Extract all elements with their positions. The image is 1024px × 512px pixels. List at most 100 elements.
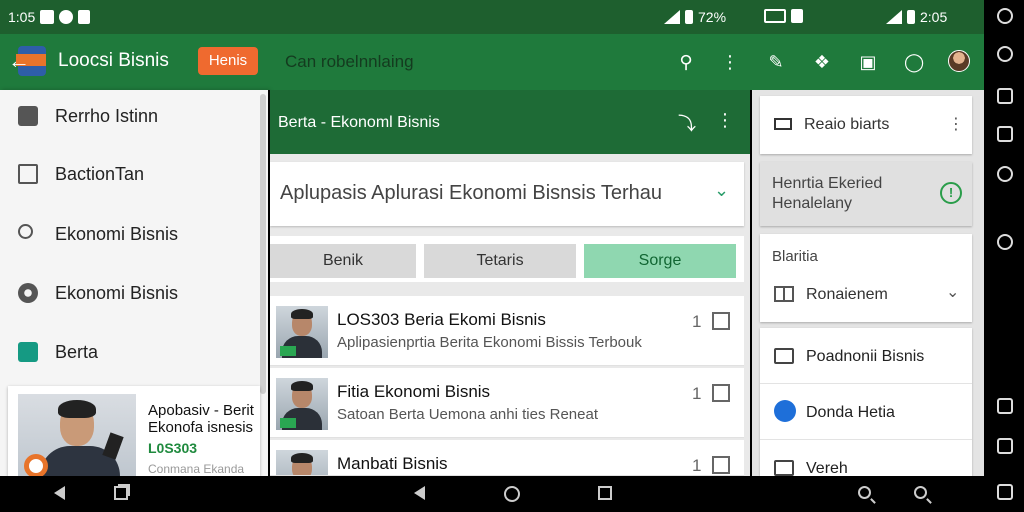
system-nav-bar (0, 476, 984, 512)
app-title: Loocsi Bisnis (58, 50, 169, 71)
back-button[interactable]: ← (8, 46, 48, 76)
edit-icon[interactable]: ✎ (766, 52, 786, 72)
status-card[interactable]: Henrtia Ekeried Henalelany ! (760, 162, 972, 226)
drawer-item-label: BactionTan (55, 164, 145, 184)
more-vert-icon[interactable]: ⋮ (716, 110, 734, 131)
promo-card[interactable]: Apobasiv - Berit Ekonofa isnesis L0S303 … (8, 386, 260, 476)
drawer-item-3[interactable]: Ekonomi Bisnis (0, 208, 260, 260)
wifi-icon (886, 10, 902, 24)
news-count: 1 (692, 456, 702, 475)
back-nav-icon[interactable] (414, 486, 425, 500)
drawer-item-label: Ekonomi Bisnis (55, 224, 179, 244)
reading-card[interactable]: Reaio biarts ⋮ (760, 96, 972, 154)
panel-header: Berta - Ekonoml Bisnis ⤵ ⋮ (270, 90, 750, 154)
search-icon[interactable]: ⚲ (676, 52, 696, 72)
system-rail (984, 0, 1024, 512)
filter-value[interactable]: Ronaienem (806, 286, 888, 304)
tv-icon (774, 118, 792, 130)
puzzle-icon[interactable]: ❖ (812, 52, 832, 72)
briefcase-icon (18, 106, 38, 126)
document-icon (18, 164, 38, 184)
news-title: Fitia Ekonomi Bisnis (337, 382, 491, 401)
links-card: Poadnonii Bisnis Donda Hetia Vereh (760, 328, 972, 477)
news-thumbnail (276, 378, 328, 430)
home-nav-icon[interactable] (504, 486, 520, 502)
more-vert-icon[interactable]: ⋮ (948, 114, 964, 134)
drawer-item-4[interactable]: Ekonomi Bisnis (0, 267, 260, 319)
category-chip[interactable]: Henis (198, 47, 258, 75)
tab-tetaris[interactable]: Tetaris (424, 244, 576, 278)
image-icon[interactable] (712, 456, 730, 474)
search-dropdown[interactable]: Aplupasis Aplurasi Ekonomi Bisnsis Terha… (270, 162, 744, 226)
search-text: Aplupasis Aplurasi Ekonomi Bisnsis Terha… (280, 182, 663, 204)
tab-sorge[interactable]: Sorge (584, 244, 736, 278)
news-thumbnail (276, 306, 328, 358)
drawer-item-1[interactable]: Rerrho Istinn (0, 90, 260, 142)
settings-icon[interactable] (997, 8, 1013, 24)
accessibility-icon[interactable] (997, 46, 1013, 62)
news-count: 1 (692, 312, 702, 331)
share-icon[interactable] (997, 438, 1013, 454)
search-icon[interactable] (858, 486, 871, 499)
screenshot-icon[interactable] (997, 88, 1013, 104)
home-icon[interactable] (997, 234, 1013, 250)
recents-icon[interactable] (114, 486, 128, 500)
promo-code: L0S303 (148, 440, 198, 456)
calendar-icon[interactable]: ▣ (858, 52, 878, 72)
profile-icon (774, 400, 796, 422)
notification-icon (40, 10, 55, 24)
drawer-item-5[interactable]: Berta (0, 326, 260, 378)
chevron-down-icon[interactable]: ⌄ (946, 282, 959, 302)
promo-caption: Conmana Ekanda (148, 462, 245, 476)
drawer-scrollbar[interactable] (260, 94, 266, 394)
filter-tabs: Benik Tetaris Sorge (270, 236, 744, 282)
list-item[interactable]: Poadnonii Bisnis (760, 328, 972, 384)
trending-icon[interactable]: ⤵ (678, 110, 696, 136)
message-icon[interactable] (997, 166, 1013, 182)
image-icon[interactable] (712, 384, 730, 402)
monitor-icon (774, 348, 794, 364)
main-panel: Berta - Ekonoml Bisnis ⤵ ⋮ Aplupasis Apl… (270, 90, 750, 476)
search-icon[interactable] (914, 486, 927, 499)
shopping-bag-icon (18, 342, 38, 362)
drawer-item-label: Ekonomi Bisnis (55, 283, 179, 303)
bookmark-icon (774, 460, 794, 476)
gallery-icon[interactable] (997, 126, 1013, 142)
list-icon[interactable] (997, 398, 1013, 414)
list-item-label: Poadnonii Bisnis (806, 348, 925, 365)
list-item[interactable]: Donda Hetia (760, 384, 972, 440)
gear-icon (18, 283, 38, 303)
arrow-left-icon: ← (8, 48, 30, 73)
more-vert-icon[interactable]: ⋮ (720, 52, 740, 72)
news-title: LOS303 Beria Ekomi Bisnis (337, 310, 546, 329)
list-item-label: Donda Hetia (806, 404, 895, 421)
news-item[interactable]: Manbati Bisnis 1 (270, 440, 744, 476)
news-item[interactable]: Fitia Ekonomi Bisnis Satoan Berta Uemona… (270, 368, 744, 438)
promo-title: Apobasiv - Berit Ekonofa isnesis (148, 402, 254, 436)
back-nav-icon[interactable] (54, 486, 65, 500)
news-count: 1 (692, 384, 702, 403)
drawer-item-2[interactable]: BactionTan (0, 148, 260, 200)
filter-title: Blaritia (772, 248, 818, 265)
news-thumbnail (276, 450, 328, 475)
status-time-left: 1:05 (8, 9, 36, 25)
sync-icon (59, 10, 74, 24)
news-item[interactable]: LOS303 Beria Ekomi Bisnis Aplipasienprti… (270, 296, 744, 366)
battery-icon (685, 10, 693, 24)
settings-icon (78, 10, 91, 24)
chat-icon[interactable]: ◯ (904, 52, 924, 72)
filter-card: Blaritia Ronaienem ⌄ (760, 234, 972, 322)
avatar[interactable] (948, 50, 970, 72)
chevron-down-icon: ⌄ (714, 180, 730, 200)
news-subtitle: Aplipasienprtia Berita Ekonomi Bissis Te… (337, 334, 642, 351)
keyboard-icon[interactable] (997, 484, 1013, 500)
tab-benik[interactable]: Benik (270, 244, 416, 278)
drawer-item-label: Berta (55, 342, 99, 362)
info-icon: ! (940, 182, 962, 204)
overview-icon[interactable] (598, 486, 612, 500)
status-label: Henrtia Ekeried Henalelany (772, 175, 883, 212)
image-icon[interactable] (712, 312, 730, 330)
app-subtitle: Can robelnnlaing (285, 52, 414, 71)
cast-icon (764, 9, 786, 23)
news-title: Manbati Bisnis (337, 454, 448, 473)
